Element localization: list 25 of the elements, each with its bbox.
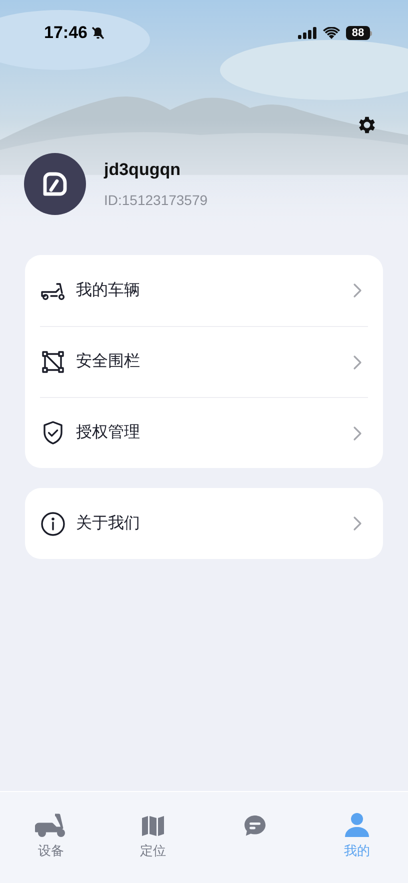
scooter-icon <box>35 812 67 838</box>
menu-item[interactable]: 我的车辆 <box>40 255 368 326</box>
shield-check-icon <box>42 420 64 446</box>
clock: 17:46 <box>44 22 88 44</box>
chevron-icon <box>353 283 362 298</box>
map-icon <box>141 814 165 838</box>
chevron-icon <box>353 426 362 440</box>
fence-icon <box>41 350 65 374</box>
battery-icon: 88 <box>346 26 372 40</box>
tab[interactable]: 设备 <box>35 812 67 860</box>
wifi-icon <box>323 27 340 39</box>
scooter-icon <box>40 280 66 300</box>
menu-item[interactable]: 安全围栏 <box>40 326 368 397</box>
chat-bubble-icon <box>243 814 267 838</box>
muted-bell-icon <box>91 26 106 40</box>
signal-icon <box>298 27 317 39</box>
info-icon <box>40 510 66 536</box>
menu-item[interactable]: 授权管理 <box>40 397 368 468</box>
chevron-icon <box>353 516 362 531</box>
person-icon <box>344 812 370 838</box>
username: jd3qugqn <box>104 159 182 182</box>
tab[interactable]: 定位 <box>140 812 166 860</box>
menu-item[interactable]: 关于我们 <box>40 488 368 559</box>
user-id: ID:15123173579 <box>104 190 208 210</box>
chevron-icon <box>353 354 362 370</box>
